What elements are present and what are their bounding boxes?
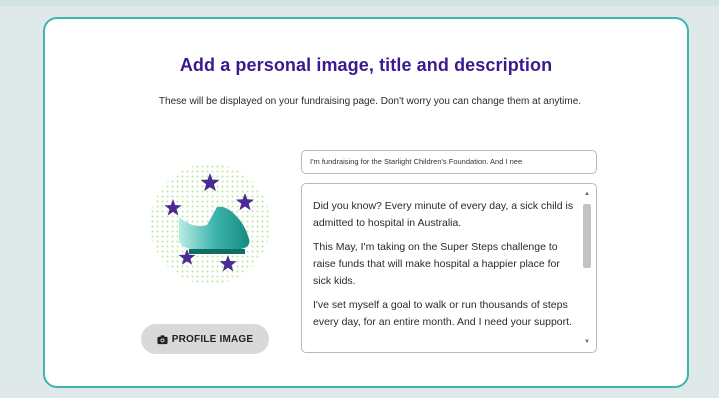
page-title-input[interactable]: I'm fundraising for the Starlight Childr…: [301, 150, 597, 174]
scroll-down-arrow-icon[interactable]: ▼: [581, 336, 593, 348]
shoe-with-stars-illustration: [150, 164, 270, 284]
scroll-up-arrow-icon[interactable]: ▲: [581, 188, 593, 200]
card-title: Add a personal image, title and descript…: [179, 55, 553, 75]
description-text: Did you know? Every minute of every day,…: [313, 198, 575, 338]
scroll-thumb[interactable]: [583, 204, 591, 268]
profile-image-button[interactable]: PROFILE IMAGE: [141, 324, 269, 354]
description-scrollbar[interactable]: ▲ ▼: [581, 188, 593, 348]
description-paragraph: I've set myself a goal to walk or run th…: [313, 299, 572, 328]
camera-icon: [157, 334, 168, 344]
description-textarea[interactable]: Did you know? Every minute of every day,…: [301, 183, 597, 353]
card-subtitle: These will be displayed on your fundrais…: [158, 96, 582, 107]
image-title-description-card: Add a personal image, title and descript…: [43, 17, 689, 388]
page-title-input-value: I'm fundraising for the Starlight Childr…: [310, 157, 523, 166]
description-paragraph: This May, I'm taking on the Super Steps …: [313, 241, 560, 287]
top-strip: [0, 0, 719, 6]
profile-image-preview: [135, 159, 285, 289]
profile-image-button-label: PROFILE IMAGE: [171, 333, 254, 345]
description-paragraph: Did you know? Every minute of every day,…: [313, 200, 574, 229]
